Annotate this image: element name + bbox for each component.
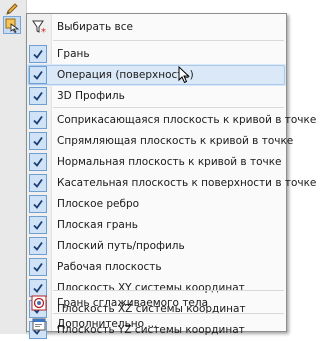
- menu-item-label: Выбирать все: [57, 21, 133, 33]
- menu-item-1[interactable]: Операция (поверхность): [27, 64, 286, 86]
- checkbox[interactable]: [29, 45, 47, 63]
- checkmark-icon: [33, 70, 43, 80]
- menu-item-smooth-face[interactable]: Грань сглаживаемого тела: [27, 292, 286, 314]
- menu-item-more[interactable]: Дополнительно ...: [27, 313, 286, 335]
- menu-item-label: 3D Профиль: [57, 90, 125, 102]
- checkbox[interactable]: [29, 237, 47, 255]
- menu-item-label: Грань сглаживаемого тела: [57, 297, 209, 309]
- menu-item-label: Грань: [57, 48, 90, 60]
- menu-item-label: Плоская грань: [57, 219, 138, 231]
- menu-item-label: Спрямляющая плоскость к кривой в точке: [57, 135, 294, 147]
- checkbox[interactable]: [29, 195, 47, 213]
- checkmark-icon: [33, 178, 43, 188]
- menu-item-8[interactable]: Плоская грань: [27, 214, 286, 236]
- menu-item-label: Плоское ребро: [57, 198, 140, 210]
- tool-button-filter[interactable]: [3, 16, 21, 34]
- menu-separator: [53, 40, 284, 41]
- menu-item-3[interactable]: Соприкасающаяся плоскость к кривой в точ…: [27, 109, 316, 131]
- checkbox[interactable]: [29, 132, 47, 150]
- checkmark-icon: [33, 157, 43, 167]
- checkbox[interactable]: [29, 87, 47, 105]
- face-target-icon: [30, 294, 48, 312]
- menu-item-select-all[interactable]: * Выбирать все: [27, 16, 286, 38]
- checkbox[interactable]: [29, 258, 47, 276]
- pencil-icon: [6, 3, 18, 15]
- checkbox[interactable]: [29, 153, 47, 171]
- dialog-window-icon: [30, 315, 48, 333]
- menu-item-label: Рабочая плоскость: [57, 261, 162, 273]
- checkmark-icon: [33, 241, 43, 251]
- filter-star-icon: *: [30, 18, 48, 36]
- side-toolbar: [0, 0, 27, 334]
- menu-separator: [53, 107, 284, 108]
- checkmark-icon: [33, 220, 43, 230]
- menu-item-4[interactable]: Спрямляющая плоскость к кривой в точке: [27, 130, 293, 152]
- menu-item-label: Плоский путь/профиль: [57, 240, 185, 252]
- menu-item-2[interactable]: 3D Профиль: [27, 85, 286, 107]
- filter-selection-icon: [5, 18, 20, 33]
- menu-item-10[interactable]: Рабочая плоскость: [27, 256, 286, 278]
- mouse-cursor-icon: [178, 66, 190, 84]
- checkmark-icon: [33, 262, 43, 272]
- checkmark-icon: [33, 136, 43, 146]
- menu-item-7[interactable]: Плоское ребро: [27, 193, 286, 215]
- selection-filter-menu: * Выбирать все Грань Операция (поверхност…: [26, 13, 316, 339]
- menu-item-6[interactable]: Касательная плоскость к поверхности в то…: [27, 172, 316, 194]
- menu-item-label: Операция (поверхность): [57, 69, 194, 81]
- checkbox[interactable]: [29, 66, 47, 84]
- svg-text:*: *: [41, 27, 46, 35]
- menu-item-label: Дополнительно ...: [57, 318, 158, 330]
- menu-item-0[interactable]: Грань: [27, 43, 286, 65]
- menu-separator: [53, 290, 284, 291]
- checkmark-icon: [33, 199, 43, 209]
- checkbox[interactable]: [29, 111, 47, 129]
- menu-item-label: Нормальная плоскость к кривой в точке: [57, 156, 282, 168]
- checkbox[interactable]: [29, 216, 47, 234]
- menu-item-label: Соприкасающаяся плоскость к кривой в точ…: [57, 114, 317, 126]
- checkmark-icon: [33, 49, 43, 59]
- menu-item-label: Касательная плоскость к поверхности в то…: [57, 177, 317, 189]
- checkbox[interactable]: [29, 174, 47, 192]
- screen: * Выбирать все Грань Операция (поверхност…: [0, 0, 316, 339]
- checkmark-icon: [33, 115, 43, 125]
- checkmark-icon: [33, 91, 43, 101]
- menu-item-5[interactable]: Нормальная плоскость к кривой в точке: [27, 151, 286, 173]
- menu-item-9[interactable]: Плоский путь/профиль: [27, 235, 286, 257]
